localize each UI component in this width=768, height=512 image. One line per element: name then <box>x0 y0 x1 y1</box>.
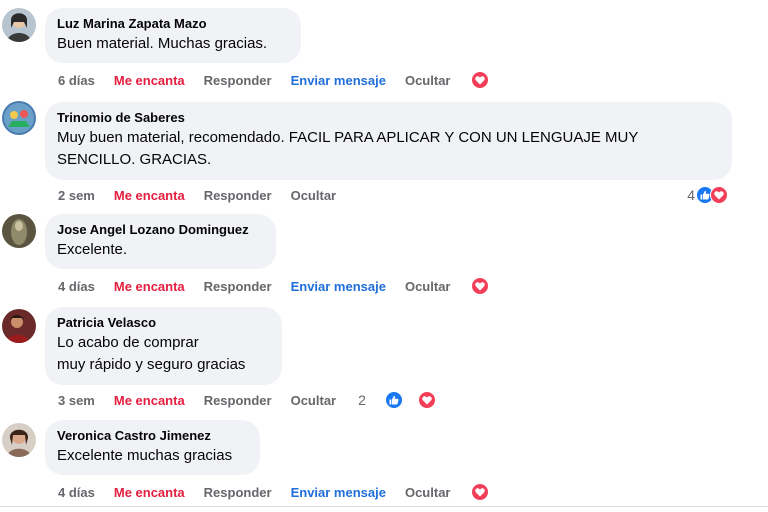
comment-text: Buen material. Muchas gracias. <box>57 35 268 52</box>
reaction-count: 2 <box>358 392 366 408</box>
avatar[interactable] <box>2 8 36 42</box>
thumbs-up-icon <box>384 391 403 409</box>
send-message-button[interactable]: Enviar mensaje <box>291 485 386 500</box>
comment-time[interactable]: 2 sem <box>58 188 95 203</box>
comment-bubble: Luz Marina Zapata Mazo Buen material. Mu… <box>45 8 301 63</box>
avatar[interactable] <box>2 101 36 135</box>
comment-text: Muy buen material, recomendado. FACIL PA… <box>57 129 639 168</box>
comment-author[interactable]: Trinomio de Saberes <box>57 110 720 126</box>
heart-icon <box>471 71 490 89</box>
hide-button[interactable]: Ocultar <box>405 485 451 500</box>
heart-icon <box>471 277 490 295</box>
reply-button[interactable]: Responder <box>204 188 272 203</box>
heart-icon <box>471 483 490 501</box>
hide-button[interactable]: Ocultar <box>405 73 451 88</box>
comment-time[interactable]: 4 días <box>58 279 95 294</box>
comment-actions: 4 días Me encanta Responder Enviar mensa… <box>58 483 508 501</box>
comment-author[interactable]: Jose Angel Lozano Dominguez <box>57 222 264 238</box>
reaction-summary[interactable]: 4 <box>687 186 728 204</box>
comment-time[interactable]: 6 días <box>58 73 95 88</box>
divider <box>0 506 768 507</box>
send-message-button[interactable]: Enviar mensaje <box>291 73 386 88</box>
comment-actions: 6 días Me encanta Responder Enviar mensa… <box>58 71 508 89</box>
hide-button[interactable]: Ocultar <box>291 393 337 408</box>
reply-button[interactable]: Responder <box>204 485 272 500</box>
comment-text: Excelente muchas gracias <box>57 447 233 464</box>
reply-button[interactable]: Responder <box>204 393 272 408</box>
comment-actions: 3 sem Me encanta Responder Ocultar 2 <box>58 391 474 409</box>
reply-button[interactable]: Responder <box>204 279 272 294</box>
comment-bubble: Trinomio de Saberes Muy buen material, r… <box>45 102 732 180</box>
comment-time[interactable]: 4 días <box>58 485 95 500</box>
comment-bubble: Patricia Velasco Lo acabo de comprar muy… <box>45 307 282 385</box>
love-button[interactable]: Me encanta <box>114 279 185 294</box>
love-button[interactable]: Me encanta <box>114 393 185 408</box>
send-message-button[interactable]: Enviar mensaje <box>291 279 386 294</box>
avatar-image <box>2 101 36 135</box>
love-button[interactable]: Me encanta <box>114 485 185 500</box>
reply-button[interactable]: Responder <box>204 73 272 88</box>
hide-button[interactable]: Ocultar <box>405 279 451 294</box>
comment-text: Excelente. <box>57 241 128 258</box>
avatar-image <box>2 8 36 42</box>
heart-icon <box>710 186 728 204</box>
comment-author[interactable]: Patricia Velasco <box>57 315 270 331</box>
comment-text: Lo acabo de comprar muy rápido y seguro … <box>57 334 246 373</box>
heart-icon <box>417 391 436 409</box>
avatar[interactable] <box>2 309 36 343</box>
avatar-image <box>2 214 36 248</box>
comment-actions: 2 sem Me encanta Responder Ocultar <box>58 186 355 204</box>
avatar-image <box>2 309 36 343</box>
comment-actions: 4 días Me encanta Responder Enviar mensa… <box>58 277 508 295</box>
reaction-summary[interactable]: 2 <box>358 391 455 409</box>
love-button[interactable]: Me encanta <box>114 73 185 88</box>
comment-author[interactable]: Luz Marina Zapata Mazo <box>57 16 289 32</box>
avatar[interactable] <box>2 214 36 248</box>
reaction-count: 4 <box>687 187 695 203</box>
comment-time[interactable]: 3 sem <box>58 393 95 408</box>
comment-author[interactable]: Veronica Castro Jimenez <box>57 428 248 444</box>
hide-button[interactable]: Ocultar <box>291 188 337 203</box>
avatar-image <box>2 423 36 457</box>
comment-bubble: Veronica Castro Jimenez Excelente muchas… <box>45 420 260 475</box>
love-button[interactable]: Me encanta <box>114 188 185 203</box>
comment-bubble: Jose Angel Lozano Dominguez Excelente. <box>45 214 276 269</box>
avatar[interactable] <box>2 423 36 457</box>
